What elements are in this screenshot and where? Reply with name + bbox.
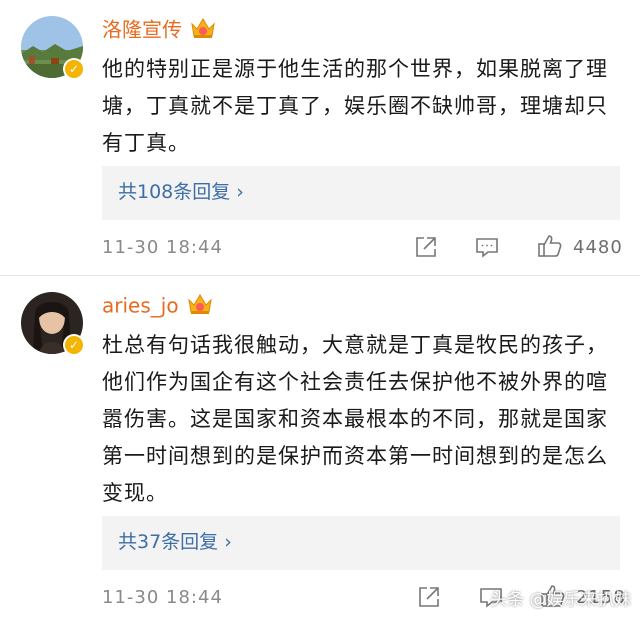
username[interactable]: aries_jo [102, 292, 213, 322]
share-icon[interactable] [413, 234, 439, 260]
username-text[interactable]: aries_jo [102, 294, 179, 318]
replies-label[interactable]: 共108条回复 › [118, 180, 244, 204]
view-replies-button[interactable]: 共108条回复 › [102, 166, 620, 220]
like-count: 4480 [573, 237, 623, 258]
verified-icon: ✓ [63, 334, 85, 356]
timestamp: 11-30 18:44 [102, 237, 223, 258]
comment-item: ✓ 洛隆宣传 他的特别正是源于他生活的那个世界，如果脱离了理塘，丁真就不是丁真了… [0, 0, 640, 275]
comment-text: 杜总有句话我很触动，大意就是丁真是牧民的孩子，他们作为国企有这个社会责任去保护他… [102, 333, 608, 505]
share-icon[interactable] [416, 584, 442, 610]
like-icon[interactable] [536, 232, 564, 260]
comment-icon[interactable] [474, 234, 500, 260]
username[interactable]: 洛隆宣传 [102, 16, 216, 46]
comment-text: 他的特别正是源于他生活的那个世界，如果脱离了理塘，丁真就不是丁真了，娱乐圈不缺帅… [102, 57, 608, 155]
crown-badge-icon [190, 16, 216, 46]
replies-label[interactable]: 共37条回复 › [118, 530, 232, 554]
comment-item: ✓ aries_jo 杜总有句话我很触动，大意就是丁真是牧民的孩子，他们作为国企… [0, 276, 640, 625]
view-replies-button[interactable]: 共37条回复 › [102, 516, 620, 570]
avatar[interactable]: ✓ [21, 16, 85, 80]
username-text[interactable]: 洛隆宣传 [102, 18, 182, 42]
timestamp: 11-30 18:44 [102, 587, 223, 608]
verified-icon: ✓ [63, 58, 85, 80]
watermark: 头条 @娱乐来扒妹 [490, 590, 632, 610]
avatar[interactable]: ✓ [21, 292, 85, 356]
crown-badge-icon [187, 292, 213, 322]
